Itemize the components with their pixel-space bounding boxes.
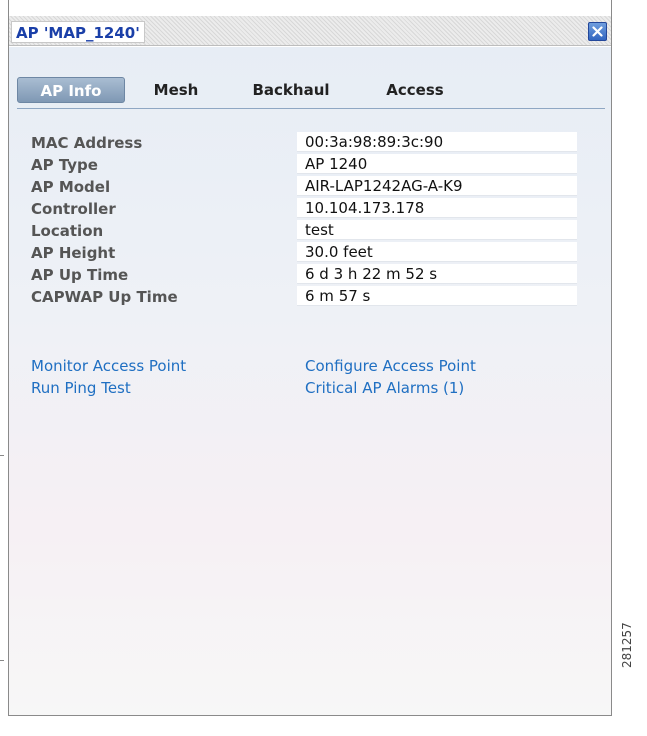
info-label: AP Type <box>31 156 98 174</box>
info-value: 6 d 3 h 22 m 52 s <box>297 264 577 284</box>
info-row-ap-up-time: AP Up Time 6 d 3 h 22 m 52 s <box>29 263 577 285</box>
info-value: AP 1240 <box>297 154 577 174</box>
close-icon <box>592 26 603 37</box>
info-value: 6 m 57 s <box>297 286 577 306</box>
info-value: AIR-LAP1242AG-A-K9 <box>297 176 577 196</box>
configure-access-point-link[interactable]: Configure Access Point <box>305 357 476 375</box>
figure-id: 281257 <box>620 622 634 668</box>
run-ping-test-link[interactable]: Run Ping Test <box>31 379 131 397</box>
left-edge-tick <box>0 455 4 456</box>
info-value: 30.0 feet <box>297 242 577 262</box>
info-row-controller: Controller 10.104.173.178 <box>29 197 577 219</box>
info-label: Location <box>31 222 104 240</box>
left-edge-tick <box>0 660 4 661</box>
ap-info-table: MAC Address 00:3a:98:89:3c:90 AP Type AP… <box>29 131 577 307</box>
tab-access[interactable]: Access <box>375 77 455 103</box>
info-value: 10.104.173.178 <box>297 198 577 218</box>
info-row-ap-type: AP Type AP 1240 <box>29 153 577 175</box>
info-row-mac-address: MAC Address 00:3a:98:89:3c:90 <box>29 131 577 153</box>
info-label: MAC Address <box>31 134 143 152</box>
critical-ap-alarms-link[interactable]: Critical AP Alarms (1) <box>305 379 464 397</box>
info-label: Controller <box>31 200 116 218</box>
info-row-capwap-up-time: CAPWAP Up Time 6 m 57 s <box>29 285 577 307</box>
info-row-ap-model: AP Model AIR-LAP1242AG-A-K9 <box>29 175 577 197</box>
tab-ap-info[interactable]: AP Info <box>17 77 125 103</box>
popup-content: AP Info Mesh Backhaul Access MAC Address… <box>9 47 611 715</box>
close-button[interactable] <box>588 22 607 41</box>
window-title: AP 'MAP_1240' <box>11 21 145 43</box>
monitor-access-point-link[interactable]: Monitor Access Point <box>31 357 186 375</box>
tab-mesh[interactable]: Mesh <box>145 77 207 103</box>
info-label: AP Up Time <box>31 266 129 284</box>
info-row-location: Location test <box>29 219 577 241</box>
tab-bar: AP Info Mesh Backhaul Access <box>17 75 605 109</box>
title-bar[interactable]: AP 'MAP_1240' <box>9 16 611 46</box>
tab-backhaul[interactable]: Backhaul <box>245 77 337 103</box>
info-value: test <box>297 220 577 240</box>
info-row-ap-height: AP Height 30.0 feet <box>29 241 577 263</box>
info-label: AP Height <box>31 244 116 262</box>
info-value: 00:3a:98:89:3c:90 <box>297 132 577 152</box>
info-label: AP Model <box>31 178 111 196</box>
info-label: CAPWAP Up Time <box>31 288 178 306</box>
ap-popup-window: AP 'MAP_1240' AP Info Mesh Backhaul Acce… <box>8 0 612 716</box>
